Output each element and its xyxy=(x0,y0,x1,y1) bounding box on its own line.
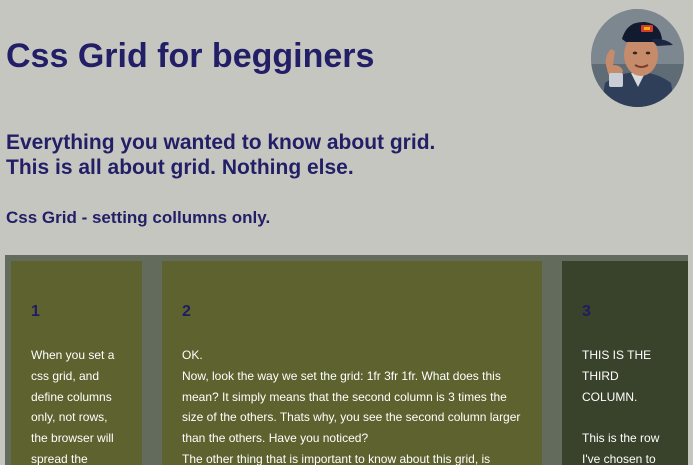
column-text: When you set a css grid, and define colu… xyxy=(31,348,115,465)
page-subtitle: Everything you wanted to know about grid… xyxy=(6,130,435,180)
grid-column-1: 1 When you set a css grid, and define co… xyxy=(11,261,142,465)
grid-container: 1 When you set a css grid, and define co… xyxy=(5,255,688,465)
subtitle-line-2: This is all about grid. Nothing else. xyxy=(6,156,354,179)
grid-column-3: 3 THIS IS THE THIRD COLUMN. This is the … xyxy=(562,261,688,465)
page-title: Css Grid for begginers xyxy=(6,37,375,75)
avatar-photo xyxy=(591,9,684,107)
section-heading: Css Grid - setting collumns only. xyxy=(6,208,271,227)
column-text: OK. Now, look the way we set the grid: 1… xyxy=(182,348,521,465)
subtitle-line-1: Everything you wanted to know about grid… xyxy=(6,131,436,154)
column-text: THIS IS THE THIRD COLUMN. This is the ro… xyxy=(582,348,660,465)
column-number: 1 xyxy=(31,303,40,320)
grid-column-2: 2 OK. Now, look the way we set the grid:… xyxy=(162,261,542,465)
avatar xyxy=(591,9,684,107)
column-number: 2 xyxy=(182,303,191,320)
page-header: Css Grid for begginers Everything you wa… xyxy=(0,0,693,255)
column-number: 3 xyxy=(582,303,591,320)
